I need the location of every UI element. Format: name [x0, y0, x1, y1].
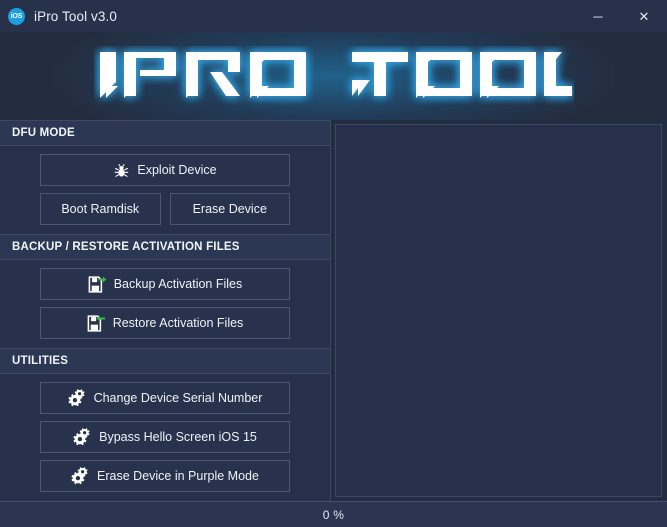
- erase-device-label: Erase Device: [192, 202, 267, 216]
- section-header-dfu-mode: DFU MODE: [0, 120, 330, 146]
- app-window: iOS iPro Tool v3.0 ─ ✕ DFU MODE Exploit …: [0, 0, 667, 527]
- boot-ramdisk-button[interactable]: Boot Ramdisk: [40, 193, 161, 225]
- gears-icon: [71, 467, 90, 485]
- boot-ramdisk-label: Boot Ramdisk: [61, 202, 140, 216]
- window-title: iPro Tool v3.0: [34, 8, 117, 24]
- ios-badge-icon: iOS: [8, 7, 25, 25]
- gears-icon: [73, 428, 92, 446]
- exploit-device-label: Exploit Device: [137, 163, 217, 177]
- dfu-button-row: Boot Ramdisk Erase Device: [40, 193, 290, 225]
- backup-activation-files-label: Backup Activation Files: [113, 277, 243, 291]
- restore-activation-files-label: Restore Activation Files: [112, 316, 244, 330]
- minimize-button[interactable]: ─: [575, 0, 621, 32]
- log-panel: [331, 120, 667, 501]
- status-bar: 0 %: [0, 501, 667, 527]
- erase-device-button[interactable]: Erase Device: [169, 193, 290, 225]
- title-bar: iOS iPro Tool v3.0 ─ ✕: [0, 0, 667, 32]
- backup-activation-files-button[interactable]: Backup Activation Files: [40, 268, 290, 300]
- close-button[interactable]: ✕: [621, 0, 667, 32]
- change-device-serial-number-button[interactable]: Change Device Serial Number: [40, 382, 290, 414]
- restore-activation-files-button[interactable]: Restore Activation Files: [40, 307, 290, 339]
- actions-panel: DFU MODE Exploit Device Boot Ramdisk Era…: [0, 120, 331, 511]
- bypass-hello-screen-ios-15-label: Bypass Hello Screen iOS 15: [99, 430, 257, 444]
- section-header-backup-restore: BACKUP / RESTORE ACTIVATION FILES: [0, 234, 330, 260]
- exploit-device-button[interactable]: Exploit Device: [40, 154, 290, 186]
- change-device-serial-number-label: Change Device Serial Number: [93, 391, 263, 405]
- progress-label: 0 %: [322, 507, 345, 522]
- log-output[interactable]: [335, 124, 662, 497]
- logo-wrap: [0, 32, 667, 120]
- section-header-utilities: UTILITIES: [0, 348, 330, 374]
- gears-icon: [68, 389, 87, 407]
- section-body-dfu-mode: Exploit Device Boot Ramdisk Erase Device: [0, 146, 330, 234]
- section-body-utilities: Change Device Serial Number Bypass Hello…: [0, 374, 330, 501]
- bug-icon: [113, 162, 130, 179]
- erase-device-in-purple-mode-label: Erase Device in Purple Mode: [97, 469, 259, 483]
- section-body-backup-restore: Backup Activation Files Restore Activati…: [0, 260, 330, 348]
- ipro-tool-logo: [99, 52, 572, 98]
- bypass-hello-screen-ios-15-button[interactable]: Bypass Hello Screen iOS 15: [40, 421, 290, 453]
- window-controls: ─ ✕: [575, 0, 667, 32]
- floppy-arrow-right-icon: [88, 275, 107, 293]
- erase-device-in-purple-mode-button[interactable]: Erase Device in Purple Mode: [40, 460, 290, 492]
- logo-banner: [0, 32, 667, 120]
- floppy-arrow-left-icon: [87, 314, 106, 332]
- main-body: DFU MODE Exploit Device Boot Ramdisk Era…: [0, 120, 667, 511]
